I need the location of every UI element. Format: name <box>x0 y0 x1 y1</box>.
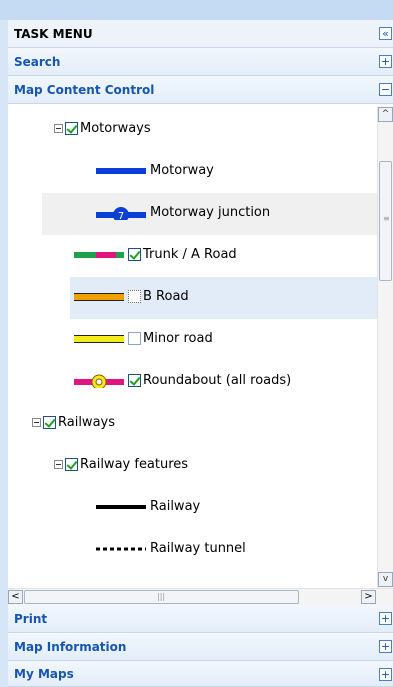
tree-row-minor-road: Minor road <box>8 319 377 361</box>
minor-road-checkbox[interactable] <box>128 332 141 345</box>
vertical-scroll-thumb[interactable]: ≡ <box>379 161 392 281</box>
section-map-information-label: Map Information <box>14 639 127 654</box>
vertical-scrollbar[interactable]: ^ ≡ v <box>377 106 393 588</box>
tree-row-railway-tunnel: Railway tunnel <box>8 529 377 561</box>
section-map-content-label: Map Content Control <box>14 82 155 97</box>
scroll-right-button[interactable]: > <box>361 590 376 604</box>
tree-row-motorways: Motorways <box>8 109 377 151</box>
railway-symbol-icon <box>96 504 146 509</box>
collapse-motorways-icon[interactable] <box>54 124 63 133</box>
section-map-information[interactable]: Map Information + <box>8 633 393 661</box>
task-menu-title: TASK MENU <box>14 26 93 41</box>
railways-label: Railways <box>58 415 116 430</box>
section-print-label: Print <box>14 611 48 626</box>
section-search[interactable]: Search + <box>8 48 393 76</box>
motorway-label: Motorway <box>150 163 214 178</box>
minor-road-label: Minor road <box>143 331 213 346</box>
junction-number: 7 <box>118 211 124 220</box>
task-menu-header: TASK MENU « <box>8 20 393 48</box>
railway-tunnel-label: Railway tunnel <box>150 541 246 556</box>
b-road-checkbox[interactable] <box>128 290 141 303</box>
tree-row-motorway-junction: 7 Motorway junction <box>42 193 377 235</box>
expand-map-information-button[interactable]: + <box>379 640 392 653</box>
railway-tunnel-symbol-icon <box>96 547 146 550</box>
section-map-content-control[interactable]: Map Content Control − <box>8 76 393 104</box>
motorways-label: Motorways <box>80 121 151 136</box>
b-road-label: B Road <box>143 289 189 304</box>
section-my-maps-label: My Maps <box>14 666 74 681</box>
horizontal-scrollbar[interactable]: < ||| > <box>8 588 393 605</box>
minor-road-symbol-icon <box>74 334 124 343</box>
railway-features-label: Railway features <box>80 457 189 472</box>
expand-my-maps-button[interactable]: + <box>379 668 392 681</box>
tree-row-motorway: Motorway <box>8 151 377 193</box>
collapse-railways-icon[interactable] <box>32 418 41 427</box>
trunk-a-road-label: Trunk / A Road <box>143 247 237 262</box>
tree-row-b-road: B Road <box>70 277 377 319</box>
section-my-maps[interactable]: My Maps + <box>8 661 393 687</box>
roundabout-symbol-icon <box>74 374 124 388</box>
section-print[interactable]: Print + <box>8 605 393 633</box>
expand-print-button[interactable]: + <box>379 612 392 625</box>
horizontal-scroll-thumb[interactable]: ||| <box>24 590 299 604</box>
section-search-label: Search <box>14 54 61 69</box>
roundabout-checkbox[interactable] <box>128 374 141 387</box>
motorway-junction-label: Motorway junction <box>150 205 271 220</box>
scroll-left-button[interactable]: < <box>8 590 23 604</box>
railway-features-checkbox[interactable] <box>65 458 78 471</box>
window-frame <box>0 0 393 20</box>
tree-row-railway-features: Railway features <box>8 445 377 487</box>
trunk-road-symbol-icon <box>74 251 124 258</box>
b-road-symbol-icon <box>74 292 124 301</box>
railway-label: Railway <box>150 499 201 514</box>
tree-row-railways: Railways <box>8 403 377 445</box>
motorways-checkbox[interactable] <box>65 122 78 135</box>
tree-row-roundabout: Roundabout (all roads) <box>8 361 377 403</box>
scroll-up-button[interactable]: ^ <box>378 107 393 122</box>
collapse-map-content-button[interactable]: − <box>379 83 392 96</box>
motorway-symbol-icon <box>96 167 146 174</box>
scroll-down-button[interactable]: v <box>378 572 393 587</box>
layer-tree: Motorways Motorway 7 Motorway junction T… <box>8 106 377 561</box>
collapse-panel-button[interactable]: « <box>379 27 392 40</box>
collapse-railway-features-icon[interactable] <box>54 460 63 469</box>
tree-row-railway: Railway <box>8 487 377 529</box>
expand-search-button[interactable]: + <box>379 55 392 68</box>
trunk-a-road-checkbox[interactable] <box>128 248 141 261</box>
tree-row-trunk-a-road: Trunk / A Road <box>8 235 377 277</box>
roundabout-label: Roundabout (all roads) <box>143 373 292 388</box>
task-menu-panel: TASK MENU « Search + Map Content Control… <box>8 20 393 687</box>
railways-checkbox[interactable] <box>43 416 56 429</box>
motorway-junction-icon: 7 <box>96 206 146 220</box>
